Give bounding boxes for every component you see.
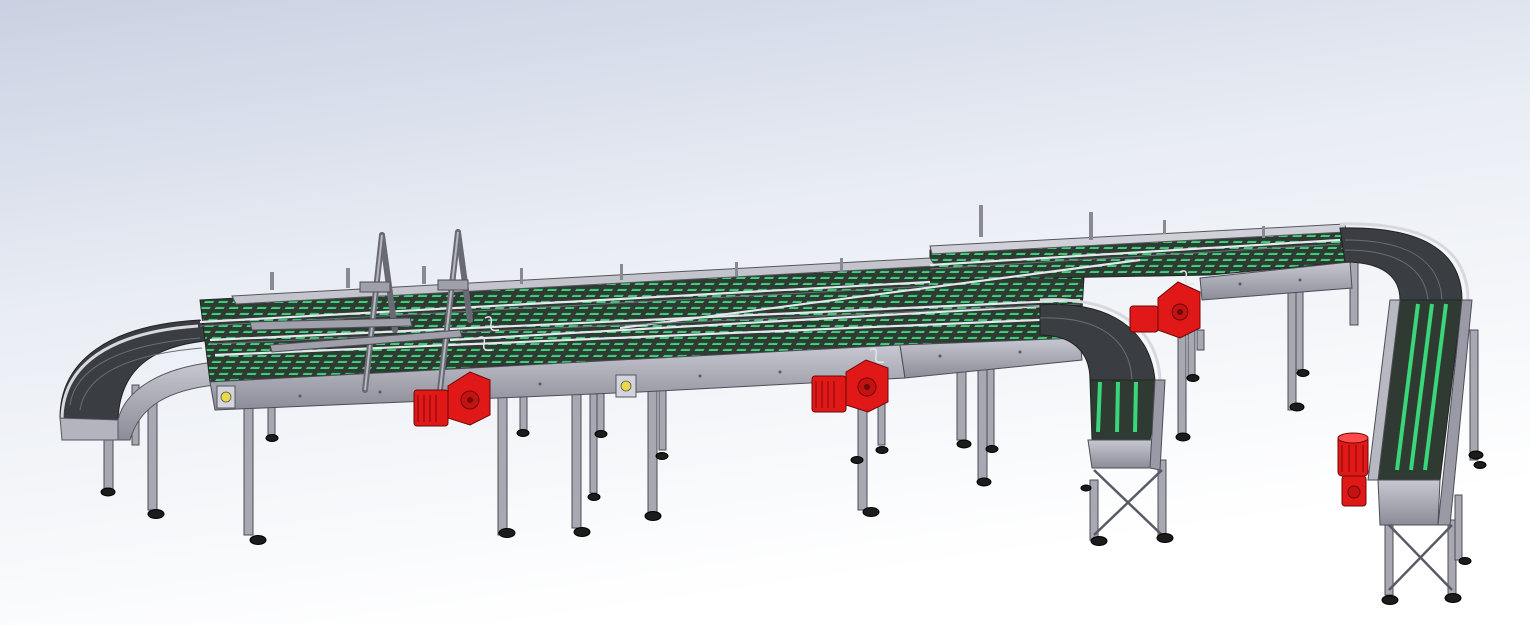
foot-icon: [1156, 533, 1174, 543]
foot-icon: [1175, 432, 1191, 442]
foot-icon: [1444, 593, 1462, 603]
cad-viewport: [0, 0, 1530, 625]
foot-icon: [850, 456, 864, 464]
foot-icon: [1473, 461, 1487, 469]
foot-icon: [1186, 374, 1200, 382]
foot-icon: [644, 511, 662, 521]
foot-icon: [976, 477, 992, 487]
foot-icon: [573, 527, 591, 537]
foot-icon: [594, 430, 608, 438]
foot-icon: [1381, 595, 1399, 605]
foot-icon: [516, 429, 530, 437]
foot-icon: [265, 434, 279, 442]
foot-icon: [862, 507, 880, 517]
foot-icon: [1458, 557, 1472, 565]
conveyor-drawing: [0, 0, 1530, 625]
foot-icon: [147, 509, 165, 519]
foot-icon: [985, 445, 999, 453]
foot-icon: [1090, 536, 1108, 546]
motor-icon: [1337, 432, 1369, 507]
foot-icon: [875, 446, 889, 454]
foot-icon: [249, 535, 267, 545]
foot-icon: [1080, 484, 1092, 492]
foot-icon: [1468, 450, 1484, 460]
foot-icon: [655, 452, 669, 460]
foot-icon: [498, 528, 516, 538]
foot-icon: [956, 439, 972, 449]
foot-icon: [1289, 402, 1305, 412]
foot-icon: [587, 493, 601, 501]
foot-icon: [1296, 369, 1310, 377]
foot-icon: [100, 487, 116, 497]
